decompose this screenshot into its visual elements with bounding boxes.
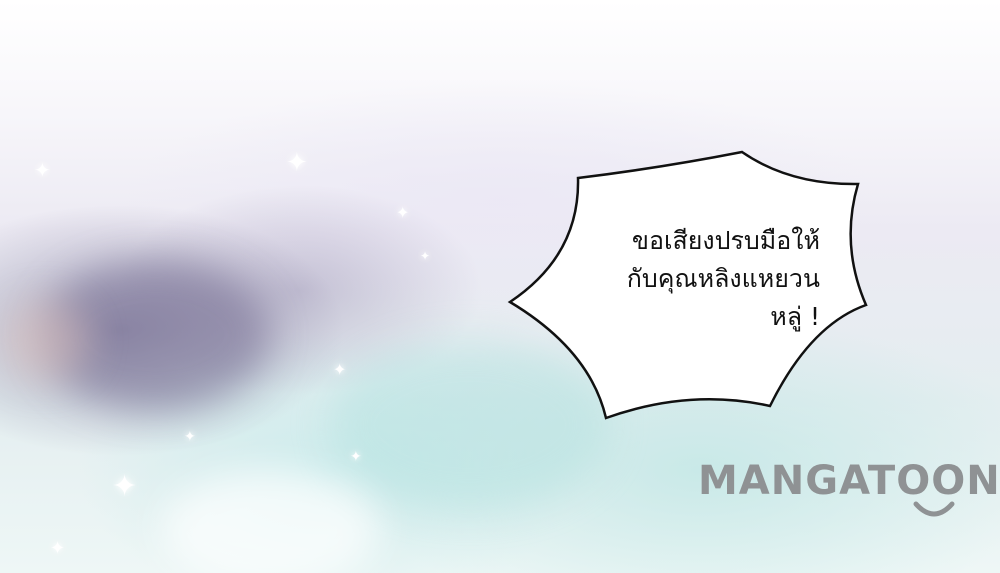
speech-line: ขอเสียงปรบมือให้	[631, 226, 820, 255]
speech-bubble-text: ขอเสียงปรบมือให้ กับคุณหลิงแหยวน หลู่ !	[560, 222, 820, 336]
smile-icon	[913, 501, 955, 517]
speech-line: กับคุณหลิงแหยวน	[626, 264, 820, 293]
speech-line: หลู่ !	[770, 302, 820, 331]
watermark-text: MANGATOON	[698, 458, 1000, 504]
manga-panel: ✦ ✦ ✦ ✦ ✦ ✦ ✦ ✦ ✦ ขอเสียงปรบมือให้ กับคุ…	[0, 0, 1000, 573]
